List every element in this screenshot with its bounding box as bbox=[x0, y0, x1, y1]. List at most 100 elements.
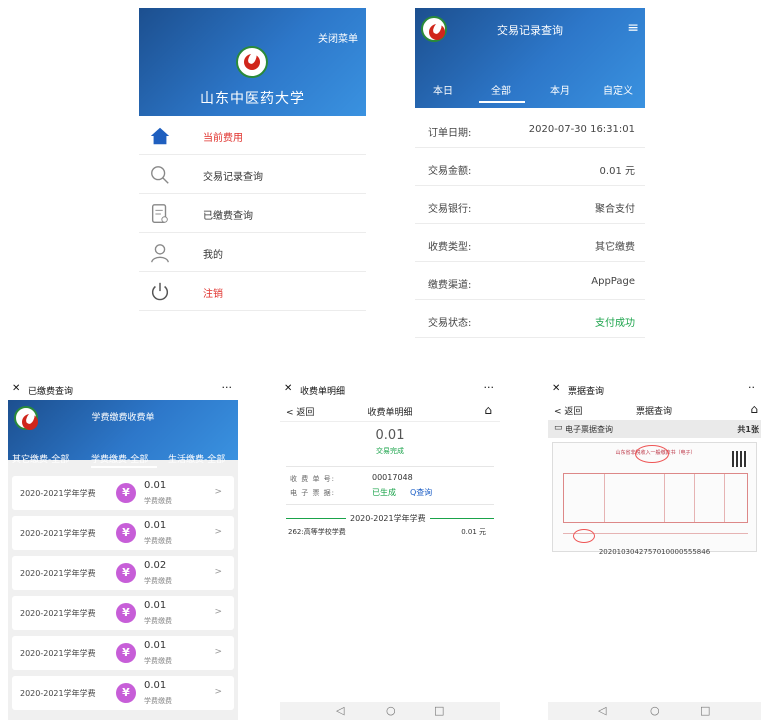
menu-item-label: 注销 bbox=[203, 289, 223, 300]
list-item[interactable]: 2020-2021学年学费 ¥ 0.01 学费缴费 > bbox=[12, 596, 234, 630]
close-icon[interactable]: ✕ bbox=[12, 383, 20, 394]
fee-item-name: 262:高等学校学费 bbox=[288, 528, 346, 536]
row-key: 交易银行: bbox=[428, 204, 472, 215]
yen-icon: ¥ bbox=[116, 523, 136, 543]
nav-bar: < 返回 收费单明细 ⌂ bbox=[280, 400, 500, 422]
tab-today[interactable]: 本日 bbox=[433, 82, 453, 97]
home-icon[interactable]: ⌂ bbox=[484, 403, 492, 417]
bar-title: 已缴费查询 bbox=[28, 387, 74, 397]
list-item[interactable]: 2020-2021学年学费 ¥ 0.02 学费缴费 > bbox=[12, 556, 234, 590]
android-nav-bar: ◁ ○ □ bbox=[280, 702, 500, 720]
close-menu-button[interactable]: 关闭菜单 bbox=[318, 30, 358, 45]
detail-row-amount: 交易金额: 0.01 元 bbox=[415, 150, 645, 186]
chevron-right-icon: > bbox=[214, 567, 222, 577]
tab-tuition-fees[interactable]: 学费缴费-全部 bbox=[91, 452, 148, 465]
detail-row-fee-type: 收费类型: 其它缴费 bbox=[415, 226, 645, 262]
more-icon[interactable]: ··· bbox=[222, 381, 233, 394]
paid-fees-panel: ✕ 已缴费查询 ··· 学费缴费收费单 其它缴费-全部 学费缴费-全部 生活缴费… bbox=[8, 380, 238, 720]
close-icon[interactable]: ✕ bbox=[284, 383, 292, 394]
row-value: 聚合支付 bbox=[595, 204, 635, 215]
yen-icon: ¥ bbox=[116, 483, 136, 503]
menu-item-label: 我的 bbox=[203, 250, 223, 261]
tab-custom[interactable]: 自定义 bbox=[603, 82, 633, 97]
invoice-count: 共1张 bbox=[737, 425, 759, 434]
chevron-right-icon: > bbox=[214, 487, 222, 497]
invoice-table bbox=[563, 473, 748, 523]
back-nav-icon[interactable]: ◁ bbox=[598, 704, 606, 717]
menu-item-current-fees[interactable]: 当前费用 bbox=[139, 116, 366, 155]
chevron-right-icon: > bbox=[214, 527, 222, 537]
invoice-image[interactable]: 山东省非税收入一般缴款书（电子） bbox=[552, 442, 757, 552]
tab-month[interactable]: 本月 bbox=[550, 82, 570, 97]
tab-all[interactable]: 全部 bbox=[491, 82, 511, 97]
more-icon[interactable]: ··· bbox=[484, 381, 495, 394]
home-nav-icon[interactable]: ○ bbox=[650, 704, 660, 717]
menu-item-logout[interactable]: 注销 bbox=[139, 272, 366, 311]
divider bbox=[286, 504, 494, 505]
menu-item-label: 交易记录查询 bbox=[203, 172, 263, 183]
document-icon bbox=[151, 204, 168, 223]
fee-type: 学费缴费 bbox=[144, 617, 172, 625]
more-icon[interactable]: ·· bbox=[748, 381, 755, 394]
menu-item-profile[interactable]: 我的 bbox=[139, 233, 366, 272]
chevron-right-icon: > bbox=[214, 687, 222, 697]
recents-nav-icon[interactable]: □ bbox=[700, 704, 710, 717]
wechat-title-bar: ✕ 票据查询 ·· bbox=[548, 380, 761, 400]
recents-nav-icon[interactable]: □ bbox=[434, 704, 444, 717]
fee-amount: 0.01 bbox=[144, 480, 167, 491]
row-key: 交易状态: bbox=[428, 318, 472, 329]
university-logo bbox=[236, 46, 268, 78]
fee-year: 2020-2021学年学费 bbox=[20, 489, 96, 498]
list-item[interactable]: 2020-2021学年学费 ¥ 0.01 学费缴费 > bbox=[12, 676, 234, 710]
section-title: 电子票据查询 bbox=[565, 425, 613, 434]
receipt-no-label: 收 费 单 号: bbox=[290, 475, 336, 483]
menu-item-paid-query[interactable]: 已缴费查询 bbox=[139, 194, 366, 233]
fee-year: 2020-2021学年学费 bbox=[20, 529, 96, 538]
menu-item-transaction-query[interactable]: 交易记录查询 bbox=[139, 155, 366, 194]
menu-item-label: 当前费用 bbox=[203, 133, 243, 144]
tab-living-fees[interactable]: 生活缴费-全部 bbox=[168, 452, 225, 465]
transaction-detail-panel: 交易记录查询 ≡ 本日 全部 本月 自定义 订单日期: 2020-07-30 1… bbox=[415, 8, 645, 348]
close-icon[interactable]: ✕ bbox=[552, 383, 560, 394]
row-value: AppPage bbox=[591, 276, 635, 287]
row-value: 0.01 元 bbox=[599, 166, 635, 177]
back-button[interactable]: < 返回 bbox=[554, 404, 582, 417]
side-menu-panel: 关闭菜单 山东中医药大学 当前费用 交易记录查询 已缴费查询 我的 注销 bbox=[139, 8, 366, 321]
row-key: 交易金额: bbox=[428, 166, 472, 177]
query-link[interactable]: Q查询 bbox=[410, 487, 432, 498]
yen-icon: ¥ bbox=[116, 643, 136, 663]
page-title: 收费单明细 bbox=[367, 408, 413, 418]
einvoice-status: 已生成 bbox=[372, 488, 396, 497]
search-icon bbox=[151, 166, 169, 184]
row-key: 缴费渠道: bbox=[428, 280, 472, 291]
active-tab-indicator bbox=[479, 101, 525, 103]
section-header: ▭ 电子票据查询 共1张 bbox=[548, 420, 761, 438]
page-title: 票据查询 bbox=[636, 407, 673, 417]
fee-year: 2020-2021学年学费 bbox=[20, 649, 96, 658]
user-icon bbox=[151, 244, 169, 263]
detail-row-status: 交易状态: 支付成功 bbox=[415, 302, 645, 338]
paid-header: 学费缴费收费单 bbox=[8, 400, 238, 460]
list-item[interactable]: 2020-2021学年学费 ¥ 0.01 学费缴费 > bbox=[12, 516, 234, 550]
fee-type: 学费缴费 bbox=[144, 577, 172, 585]
list-item[interactable]: 2020-2021学年学费 ¥ 0.01 学费缴费 > bbox=[12, 636, 234, 670]
fee-year: 2020-2021学年学费 bbox=[20, 569, 96, 578]
receipt-detail-panel: ✕ 收费单明细 ··· < 返回 收费单明细 ⌂ 0.01 交易完成 收 费 单… bbox=[280, 380, 500, 720]
fee-type: 学费缴费 bbox=[144, 657, 172, 665]
home-nav-icon[interactable]: ○ bbox=[386, 704, 396, 717]
nav-bar: < 返回 票据查询 ⌂ bbox=[548, 400, 761, 420]
row-value: 2020-07-30 16:31:01 bbox=[528, 124, 635, 135]
menu-icon[interactable]: ≡ bbox=[627, 20, 639, 36]
divider bbox=[286, 466, 494, 467]
row-value: 其它缴费 bbox=[595, 242, 635, 253]
list-item[interactable]: 2020-2021学年学费 ¥ 0.01 学费缴费 > bbox=[12, 476, 234, 510]
fee-year: 2020-2021学年学费 bbox=[20, 689, 96, 698]
fee-amount: 0.01 bbox=[144, 600, 167, 611]
tab-other-fees[interactable]: 其它缴费-全部 bbox=[12, 452, 69, 465]
home-icon[interactable]: ⌂ bbox=[750, 402, 758, 416]
fee-amount: 0.01 bbox=[144, 640, 167, 651]
back-nav-icon[interactable]: ◁ bbox=[336, 704, 344, 717]
fee-type: 学费缴费 bbox=[144, 497, 172, 505]
fee-type: 学费缴费 bbox=[144, 537, 172, 545]
android-nav-bar: ◁ ○ □ bbox=[548, 702, 761, 720]
